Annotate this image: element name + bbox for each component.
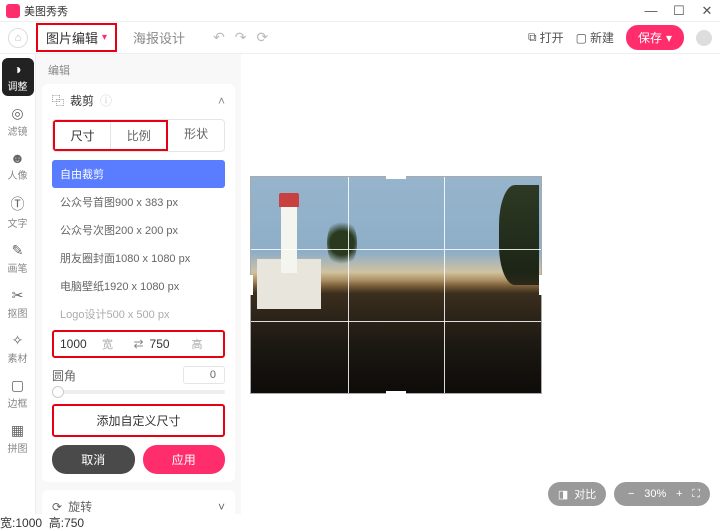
- new-button[interactable]: ▢新建: [576, 29, 614, 46]
- preset-wallpaper[interactable]: 电脑壁纸1920 x 1080 px: [52, 272, 225, 300]
- link-dimensions-icon[interactable]: ⇄: [133, 337, 143, 351]
- material-icon: ✧: [12, 332, 24, 349]
- rotate-icon: ⟳: [52, 500, 62, 514]
- redo-button[interactable]: ↷: [235, 29, 247, 46]
- tab-shape[interactable]: 形状: [168, 120, 224, 151]
- compare-button[interactable]: ◨对比: [548, 482, 606, 506]
- corner-value[interactable]: 0: [183, 366, 225, 384]
- crop-icon: ⿻: [52, 92, 64, 109]
- undo-button[interactable]: ↶: [213, 29, 225, 46]
- corner-label: 圆角: [52, 367, 76, 384]
- window-minimize[interactable]: —: [644, 3, 658, 19]
- zoom-value: 30%: [644, 488, 666, 500]
- canvas-dimensions-label: 宽:1000 高:750: [0, 514, 720, 531]
- compare-icon: ◨: [558, 488, 568, 501]
- corner-slider[interactable]: [52, 390, 225, 394]
- open-icon: ⧉: [528, 30, 537, 45]
- rail-portrait[interactable]: ☻人像: [2, 147, 34, 185]
- rail-border[interactable]: ▢边框: [2, 374, 34, 413]
- chevron-down-icon: ˅: [218, 500, 225, 514]
- window-close[interactable]: ✕: [700, 3, 714, 19]
- text-icon: Ⓣ: [11, 194, 25, 214]
- crop-handle-r[interactable]: [539, 275, 544, 295]
- rail-adjust[interactable]: ◑调整: [2, 58, 34, 96]
- cutout-icon: ✂: [12, 287, 24, 304]
- width-input[interactable]: [60, 337, 98, 351]
- crop-handle-b[interactable]: [386, 391, 406, 396]
- window-maximize[interactable]: ☐: [672, 3, 686, 19]
- crop-handle-br[interactable]: [531, 383, 545, 397]
- rail-material[interactable]: ✧素材: [2, 329, 34, 368]
- save-button[interactable]: 保存▾: [626, 25, 684, 50]
- panel-title: 编辑: [42, 60, 235, 80]
- apply-button[interactable]: 应用: [143, 445, 226, 474]
- crop-handle-bl[interactable]: [247, 383, 261, 397]
- rail-cutout[interactable]: ✂抠图: [2, 284, 34, 323]
- preset-free[interactable]: 自由裁剪: [52, 160, 225, 188]
- filter-icon: ◎: [11, 105, 23, 122]
- chevron-up-icon: ˄: [218, 94, 225, 108]
- adjust-icon: ◑: [13, 61, 21, 77]
- border-icon: ▢: [11, 377, 24, 394]
- crop-handle-t[interactable]: [386, 174, 406, 179]
- tab-poster-design[interactable]: 海报设计: [123, 25, 195, 50]
- rail-brush[interactable]: ✎画笔: [2, 239, 34, 278]
- info-icon: ⓘ: [100, 92, 112, 109]
- zoom-in-button[interactable]: +: [672, 488, 686, 500]
- image-preview[interactable]: [250, 176, 542, 394]
- fit-screen-icon[interactable]: ⛶: [692, 488, 700, 501]
- preset-logo[interactable]: Logo设计500 x 500 px: [52, 300, 225, 328]
- cancel-button[interactable]: 取消: [52, 445, 135, 474]
- tab-image-edit-label: 图片编辑: [46, 28, 98, 47]
- avatar[interactable]: [696, 30, 712, 46]
- crop-accordion[interactable]: ⿻ 裁剪 ⓘ ˄: [52, 92, 225, 109]
- puzzle-icon: ▦: [11, 422, 24, 439]
- crop-handle-tl[interactable]: [247, 173, 261, 187]
- crop-handle-tr[interactable]: [531, 173, 545, 187]
- tab-ratio[interactable]: 比例: [110, 122, 166, 149]
- rail-puzzle[interactable]: ▦拼图: [2, 419, 34, 458]
- app-name: 美图秀秀: [24, 3, 68, 19]
- brush-icon: ✎: [12, 242, 24, 259]
- rail-text[interactable]: Ⓣ文字: [2, 191, 34, 233]
- home-button[interactable]: ⌂: [8, 28, 28, 48]
- app-logo: [6, 4, 20, 18]
- rotate-accordion[interactable]: ⟳ 旋转 ˅: [42, 490, 235, 514]
- preset-moments[interactable]: 朋友圈封面1080 x 1080 px: [52, 244, 225, 272]
- preset-wechat-2[interactable]: 公众号次图200 x 200 px: [52, 216, 225, 244]
- height-input[interactable]: [150, 337, 188, 351]
- history-button[interactable]: ⟳: [257, 29, 269, 46]
- crop-frame[interactable]: [250, 176, 542, 394]
- slider-knob[interactable]: [52, 386, 64, 398]
- zoom-control[interactable]: − 30% + ⛶: [614, 482, 710, 506]
- preset-wechat-1[interactable]: 公众号首图900 x 383 px: [52, 188, 225, 216]
- chevron-down-icon: ▾: [666, 31, 672, 45]
- zoom-out-button[interactable]: −: [624, 488, 638, 500]
- chevron-down-icon: ▾: [102, 32, 107, 43]
- tab-size[interactable]: 尺寸: [55, 122, 110, 149]
- crop-handle-l[interactable]: [248, 275, 253, 295]
- add-custom-size-button[interactable]: 添加自定义尺寸: [52, 404, 225, 437]
- portrait-icon: ☻: [10, 150, 25, 166]
- tab-image-edit[interactable]: 图片编辑 ▾: [36, 23, 117, 52]
- open-button[interactable]: ⧉打开: [528, 29, 564, 46]
- rail-filter[interactable]: ◎滤镜: [2, 102, 34, 141]
- new-icon: ▢: [576, 31, 587, 45]
